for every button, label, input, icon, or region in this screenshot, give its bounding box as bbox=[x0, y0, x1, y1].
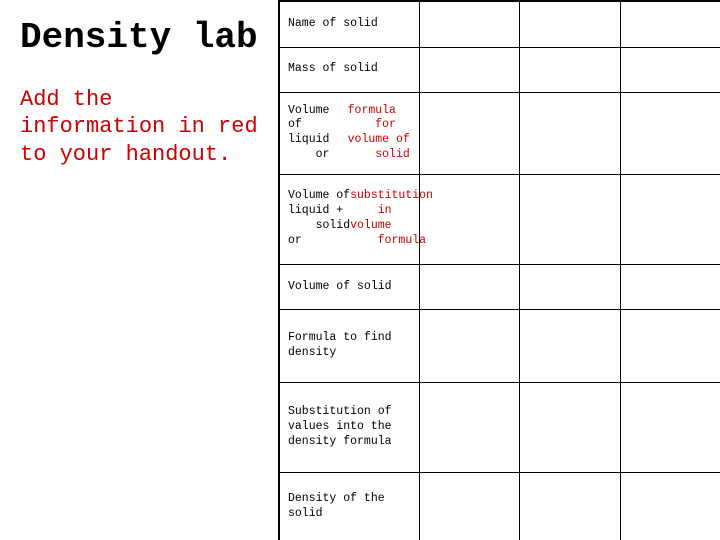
cell-mass-of-solid-1 bbox=[420, 48, 520, 93]
cell-density-3 bbox=[621, 473, 720, 540]
label-density-of-solid: Density of the solid bbox=[280, 473, 420, 540]
cell-formula-2 bbox=[520, 310, 620, 381]
subtitle-end: to your handout. bbox=[20, 142, 231, 167]
cell-mass-of-solid-2 bbox=[520, 48, 620, 93]
cell-vol-liquid-solid-2 bbox=[520, 175, 620, 264]
cell-vol-liquid-1 bbox=[420, 93, 520, 173]
label-formula-density: Formula to find density bbox=[280, 310, 420, 381]
cell-vol-liquid-3 bbox=[621, 93, 720, 173]
subtitle-red: red bbox=[218, 114, 258, 139]
cell-vol-solid-1 bbox=[420, 265, 520, 310]
cell-vol-liquid-2 bbox=[520, 93, 620, 173]
cell-substitution-2 bbox=[520, 383, 620, 472]
cell-formula-1 bbox=[420, 310, 520, 381]
label-volume-of-liquid: Volume of liquid or formula for volume o… bbox=[280, 93, 420, 173]
cell-substitution-1 bbox=[420, 383, 520, 472]
row-volume-liquid-solid: Volume of liquid + solid or substitution… bbox=[280, 175, 720, 265]
cell-name-of-solid-3 bbox=[621, 2, 720, 47]
cell-density-1 bbox=[420, 473, 520, 540]
cell-mass-of-solid-3 bbox=[621, 48, 720, 93]
cell-name-of-solid-1 bbox=[420, 2, 520, 47]
label-volume-of-solid: Volume of solid bbox=[280, 265, 420, 310]
cell-vol-solid-3 bbox=[621, 265, 720, 310]
page-title: Density lab bbox=[20, 18, 258, 58]
label-volume-liquid-solid: Volume of liquid + solid or substitution… bbox=[280, 175, 420, 264]
page: Density lab Add the information in red t… bbox=[0, 0, 720, 540]
row-formula-density: Formula to find density bbox=[280, 310, 720, 382]
label-name-of-solid: Name of solid bbox=[280, 2, 420, 47]
cell-density-2 bbox=[520, 473, 620, 540]
left-panel: Density lab Add the information in red t… bbox=[0, 0, 278, 540]
row-volume-of-liquid: Volume of liquid or formula for volume o… bbox=[280, 93, 720, 174]
label-mass-of-solid: Mass of solid bbox=[280, 48, 420, 93]
cell-name-of-solid-2 bbox=[520, 2, 620, 47]
subtitle-plain: Add the information in bbox=[20, 87, 218, 140]
row-substitution: Substitution of values into the density … bbox=[280, 383, 720, 473]
row-mass-of-solid: Mass of solid bbox=[280, 48, 720, 94]
cell-vol-solid-2 bbox=[520, 265, 620, 310]
cell-substitution-3 bbox=[621, 383, 720, 472]
row-density-of-solid: Density of the solid bbox=[280, 473, 720, 540]
cell-vol-liquid-solid-1 bbox=[420, 175, 520, 264]
label-substitution: Substitution of values into the density … bbox=[280, 383, 420, 472]
data-table: Name of solid Mass of solid Volume of li… bbox=[280, 0, 720, 540]
cell-vol-liquid-solid-3 bbox=[621, 175, 720, 264]
right-panel: Name of solid Mass of solid Volume of li… bbox=[278, 0, 720, 540]
row-volume-of-solid: Volume of solid bbox=[280, 265, 720, 311]
subtitle: Add the information in red to your hando… bbox=[20, 86, 258, 169]
row-name-of-solid: Name of solid bbox=[280, 2, 720, 48]
cell-formula-3 bbox=[621, 310, 720, 381]
